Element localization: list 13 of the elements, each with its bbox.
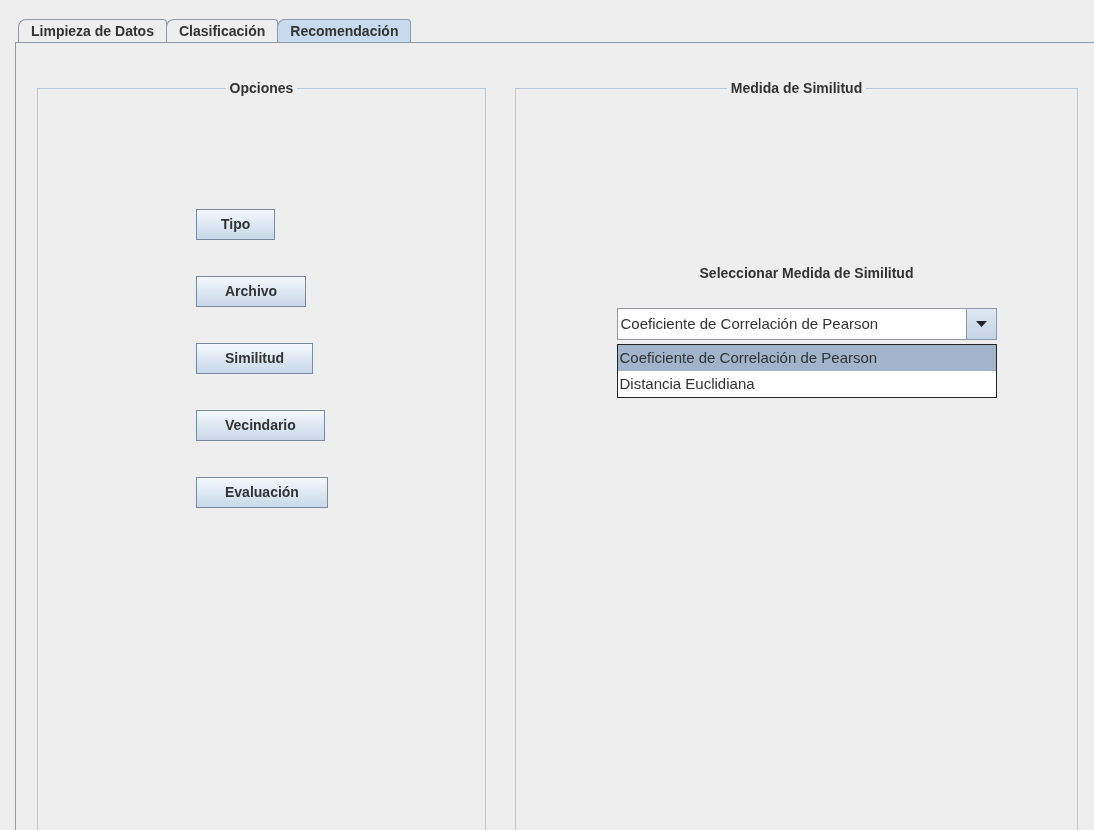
option-button[interactable]: Similitud bbox=[196, 343, 314, 374]
option-button[interactable]: Tipo bbox=[196, 209, 276, 240]
option-button[interactable]: Vecindario bbox=[196, 410, 325, 441]
dropdown-option[interactable]: Coeficiente de Correlación de Pearson bbox=[617, 345, 996, 371]
combo-value: Coeficiente de Correlación de Pearson bbox=[619, 314, 880, 334]
combo-box[interactable]: Coeficiente de Correlación de Pearson bbox=[616, 308, 997, 340]
option-button[interactable]: Archivo bbox=[196, 276, 307, 307]
tab[interactable]: Recomendación bbox=[277, 19, 412, 42]
group-title: Opciones bbox=[228, 79, 295, 98]
option-button[interactable]: Evaluación bbox=[196, 477, 328, 508]
group-title: Medida de Similitud bbox=[729, 79, 864, 98]
field-label: Seleccionar Medida de Similitud bbox=[699, 264, 914, 283]
tab[interactable]: Limpieza de Datos bbox=[18, 19, 167, 42]
